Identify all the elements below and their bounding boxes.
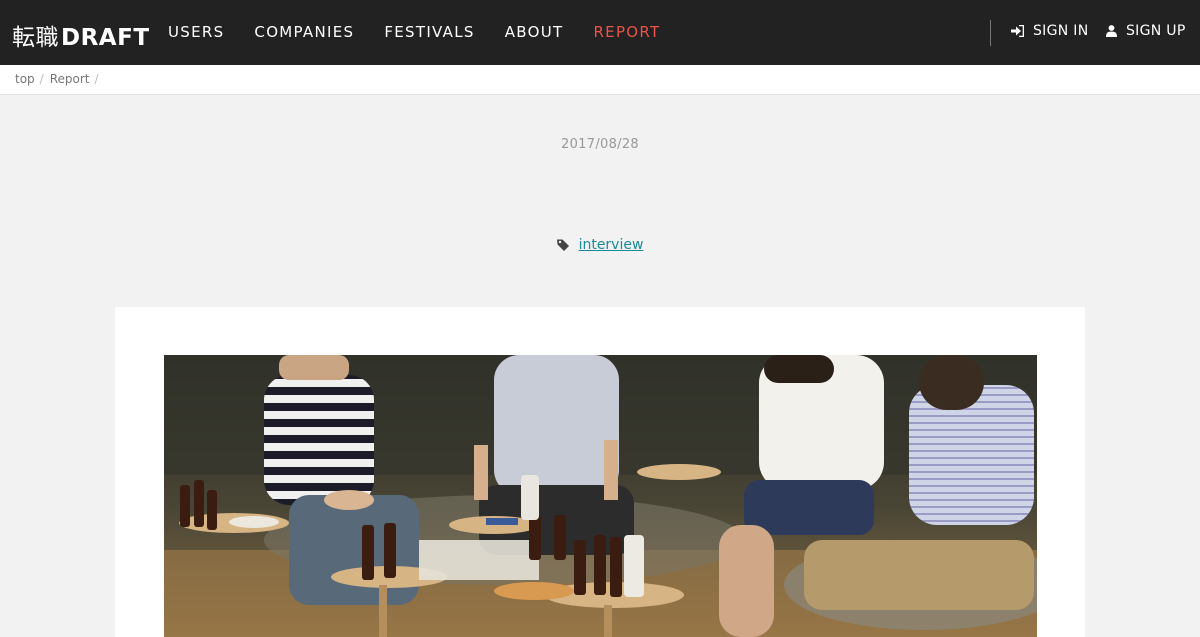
logo-en-text: DRAFT [61,25,150,51]
nav-item-companies[interactable]: COMPANIES [254,23,354,41]
nav-item-report[interactable]: REPORT [593,23,660,41]
breadcrumb-item-top[interactable]: top [15,72,35,86]
top-navigation-bar: 転職DRAFT USERS COMPANIES FESTIVALS ABOUT … [0,0,1200,65]
article-tag: interview [0,237,1200,253]
nav-item-users[interactable]: USERS [168,23,224,41]
nav-item-about[interactable]: ABOUT [505,23,564,41]
tag-link[interactable]: interview [579,237,644,253]
breadcrumb: top / Report / [0,65,1200,95]
main-nav: USERS COMPANIES FESTIVALS ABOUT REPORT [168,23,691,41]
nav-item-festivals[interactable]: FESTIVALS [384,23,474,41]
site-logo[interactable]: 転職DRAFT [12,18,150,52]
breadcrumb-separator: / [39,72,44,86]
sign-in-label: SIGN IN [1033,23,1089,39]
sign-up-label: SIGN UP [1126,23,1186,39]
article-date: 2017/08/28 [561,137,639,152]
breadcrumb-item-report[interactable]: Report [50,72,90,86]
breadcrumb-separator: / [94,72,99,86]
tag-icon [556,239,569,251]
sign-in-button[interactable]: SIGN IN [1011,23,1089,39]
sign-in-icon [1011,25,1024,37]
hero-photo [164,355,1037,637]
nav-divider [990,20,991,46]
logo-jp-text: 転職 [12,25,59,51]
article-card [115,307,1085,637]
user-icon [1106,25,1117,37]
sign-up-button[interactable]: SIGN UP [1106,23,1186,39]
